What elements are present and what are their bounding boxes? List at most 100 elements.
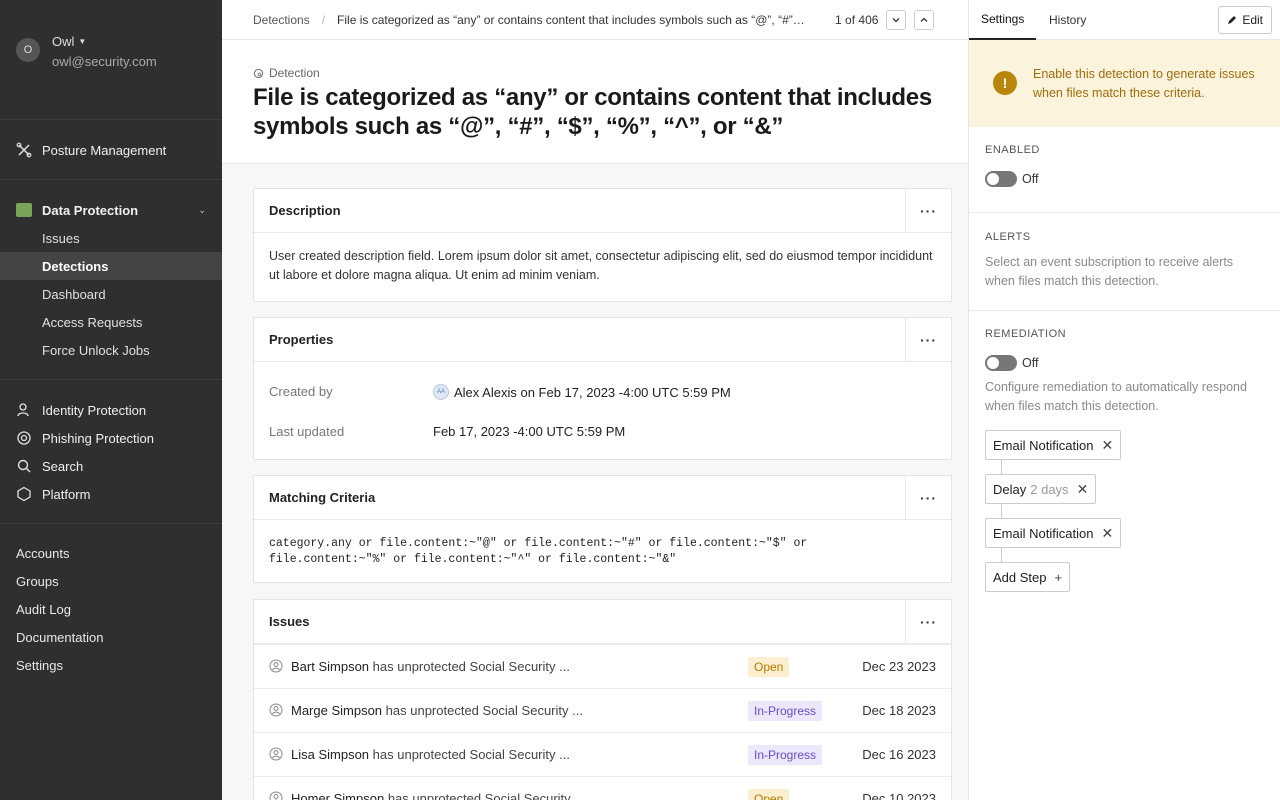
step-label: Email Notification: [993, 525, 1094, 541]
divider: [0, 379, 222, 380]
created-by-value: Alex Alexis on Feb 17, 2023 -4:00 UTC 5:…: [454, 384, 731, 400]
remediation-step[interactable]: Email Notification ✕: [985, 430, 1122, 460]
remediation-step[interactable]: Email Notification ✕: [985, 518, 1122, 548]
sidebar-item-dashboard[interactable]: Dashboard: [0, 280, 222, 308]
table-row[interactable]: Bart Simpson has unprotected Social Secu…: [254, 644, 951, 688]
table-row[interactable]: Homer Simpson has unprotected Social Sec…: [254, 776, 951, 800]
sidebar-item-audit-log[interactable]: Audit Log: [16, 602, 71, 617]
enabled-toggle[interactable]: Off: [985, 171, 1038, 187]
tab-history[interactable]: History: [1049, 0, 1086, 40]
divider: [0, 119, 222, 120]
sidebar-item-posture-management[interactable]: Posture Management: [16, 136, 206, 164]
status-badge: Open: [748, 788, 790, 800]
alerts-label: ALERTS: [985, 231, 1031, 243]
status-badge: In-Progress: [748, 700, 823, 721]
alert-icon: !: [993, 71, 1017, 95]
close-icon[interactable]: ✕: [1101, 437, 1113, 454]
remediation-step[interactable]: Delay 2 days ✕: [985, 474, 1097, 504]
user-icon: [269, 659, 283, 673]
issue-date: Dec 16 2023: [862, 747, 936, 762]
sidebar-item-force-unlock-jobs[interactable]: Force Unlock Jobs: [0, 336, 222, 364]
sidebar-item-search[interactable]: Search: [16, 452, 206, 480]
info-banner: ! Enable this detection to generate issu…: [969, 40, 1280, 127]
breadcrumb-separator: /: [321, 12, 326, 27]
card-title: Matching Criteria: [269, 490, 376, 505]
issue-summary: has unprotected Social Security ...: [372, 659, 570, 674]
more-button[interactable]: ···: [905, 476, 951, 520]
banner-text: Enable this detection to generate issues…: [1033, 67, 1255, 100]
add-step-button[interactable]: Add Step +: [985, 562, 1071, 592]
detection-header: Detection File is categorized as “any” o…: [222, 40, 968, 164]
edit-button[interactable]: Edit: [1218, 6, 1272, 34]
user-icon: [269, 791, 283, 800]
sidebar-item-documentation[interactable]: Documentation: [16, 630, 103, 645]
sidebar-item-identity-protection[interactable]: Identity Protection: [16, 396, 206, 424]
sidebar-item-phishing-protection[interactable]: Phishing Protection: [16, 424, 206, 452]
issue-user: Marge Simpson: [291, 703, 383, 718]
table-row[interactable]: Lisa Simpson has unprotected Social Secu…: [254, 732, 951, 776]
close-icon[interactable]: ✕: [1077, 481, 1089, 498]
step-label: Delay: [993, 481, 1027, 497]
chevron-up-icon: [920, 17, 928, 22]
data-protection-icon: [16, 202, 32, 218]
page-title: File is categorized as “any” or contains…: [253, 84, 932, 140]
settings-panel: Settings History Edit ! Enable this dete…: [968, 0, 1280, 800]
more-button[interactable]: ···: [905, 600, 951, 644]
plus-icon: +: [1054, 569, 1063, 585]
description-card: Description ··· User created description…: [253, 188, 952, 302]
property-key: Created by: [269, 384, 333, 399]
sidebar-item-label: Search: [42, 458, 84, 474]
detection-icon: [253, 68, 264, 78]
toggle-track: [985, 171, 1017, 187]
breadcrumb-bar: Detections / File is categorized as “any…: [222, 0, 968, 40]
properties-card: Properties ··· Created by AA Alex Alexis…: [253, 317, 952, 460]
sidebar-item-accounts[interactable]: Accounts: [16, 546, 69, 561]
issues-card: Issues ··· Bart Simpson has unprotected …: [253, 599, 952, 800]
breadcrumb-root[interactable]: Detections: [253, 13, 310, 27]
sidebar-item-data-protection[interactable]: Data Protection ⌄: [16, 196, 206, 224]
more-button[interactable]: ···: [905, 318, 951, 362]
previous-button[interactable]: [914, 9, 935, 30]
avatar: AA: [433, 384, 449, 400]
hexagon-icon: [16, 486, 32, 502]
close-icon[interactable]: ✕: [1101, 525, 1113, 542]
issue-date: Dec 10 2023: [862, 791, 936, 800]
remediation-toggle[interactable]: Off: [985, 355, 1038, 371]
description-text: User created description field. Lorem ip…: [269, 249, 933, 282]
issue-text: Bart Simpson has unprotected Social Secu…: [291, 659, 570, 674]
divider: [0, 179, 222, 180]
divider: [0, 523, 222, 524]
matching-criteria-card: Matching Criteria ··· category.any or fi…: [253, 475, 952, 583]
pager-count: 1 of 406: [835, 12, 879, 27]
property-value: Feb 17, 2023 -4:00 UTC 5:59 PM: [433, 424, 626, 439]
sidebar-item-access-requests[interactable]: Access Requests: [0, 308, 222, 336]
sidebar-item-label: Phishing Protection: [42, 430, 155, 446]
identity-icon: [16, 402, 32, 418]
issue-user: Homer Simpson: [291, 791, 385, 800]
sidebar-item-issues[interactable]: Issues: [0, 224, 222, 252]
card-title: Issues: [269, 614, 310, 629]
sidebar-item-settings[interactable]: Settings: [16, 658, 63, 673]
issue-text: Homer Simpson has unprotected Social Sec…: [291, 791, 585, 800]
issue-user: Lisa Simpson: [291, 747, 370, 762]
breadcrumb-current: File is categorized as “any” or contains…: [337, 12, 807, 27]
step-connector: [1001, 460, 1002, 474]
target-icon: [16, 430, 32, 446]
status-badge: Open: [748, 656, 790, 677]
sidebar-item-label: Posture Management: [42, 142, 167, 158]
next-button[interactable]: [886, 9, 907, 30]
account-switcher[interactable]: O Owl ▼ owl@security.com: [16, 34, 157, 69]
property-value: AA Alex Alexis on Feb 17, 2023 -4:00 UTC…: [433, 384, 731, 400]
detection-kicker: Detection: [253, 66, 320, 80]
table-row[interactable]: Marge Simpson has unprotected Social Sec…: [254, 688, 951, 732]
pencil-icon: [1228, 16, 1237, 24]
sidebar-item-detections[interactable]: Detections: [0, 252, 222, 280]
remediation-help: Configure remediation to automatically r…: [985, 380, 1247, 413]
tab-settings[interactable]: Settings: [969, 0, 1037, 40]
sidebar-item-platform[interactable]: Platform: [16, 480, 206, 508]
issue-date: Dec 23 2023: [862, 659, 936, 674]
more-button[interactable]: ···: [905, 189, 951, 233]
issue-summary: has unprotected Social Security ...: [372, 747, 570, 762]
avatar: O: [16, 38, 40, 62]
sidebar-item-groups[interactable]: Groups: [16, 574, 59, 589]
